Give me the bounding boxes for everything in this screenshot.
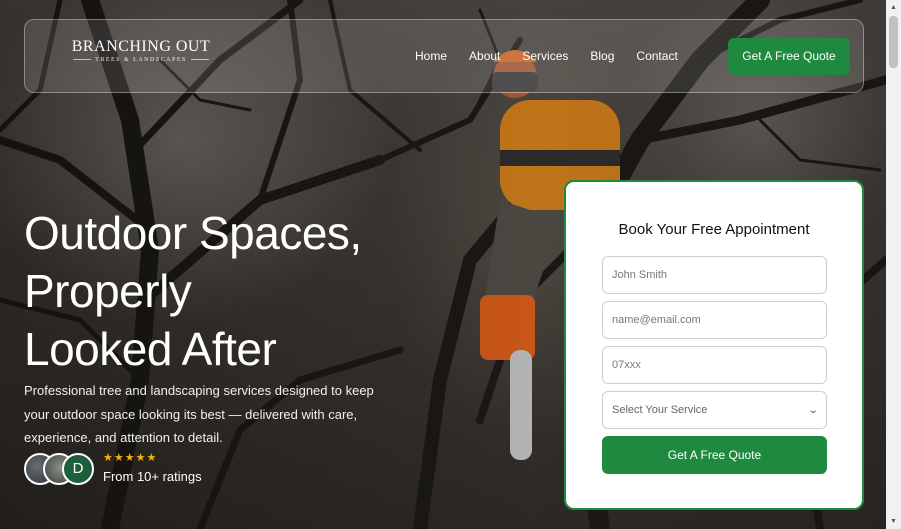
ratings-count-text: From 10+ ratings [103, 469, 202, 484]
site-header: BRANCHING OUT TREES & LANDSCAPES Home Ab… [24, 19, 864, 93]
phone-input[interactable] [602, 346, 827, 384]
main-nav: Home About Services Blog Contact [415, 48, 678, 64]
name-input[interactable] [602, 256, 827, 294]
headline-line-3: Looked After [24, 323, 277, 375]
nav-link-contact[interactable]: Contact [636, 48, 677, 64]
nav-link-about[interactable]: About [469, 48, 500, 64]
page-scrollbar[interactable]: ▲ ▼ [886, 0, 901, 529]
nav-link-services[interactable]: Services [522, 48, 568, 64]
submit-quote-button[interactable]: Get A Free Quote [602, 436, 827, 474]
star-icon: ★★★★★ [103, 452, 158, 464]
scroll-down-icon[interactable]: ▼ [886, 514, 901, 529]
service-select-label: Select Your Service [612, 404, 708, 416]
nav-link-blog[interactable]: Blog [590, 48, 614, 64]
nav-link-home[interactable]: Home [415, 48, 447, 64]
headline-line-2: Properly [24, 265, 192, 317]
logo-tagline: TREES & LANDSCAPES [65, 56, 217, 64]
chevron-down-icon: ⌄ [807, 404, 819, 416]
avatar-initial: D [62, 453, 94, 485]
hero-headline: Outdoor Spaces, Properly Looked After [24, 204, 444, 378]
brand-logo[interactable]: BRANCHING OUT TREES & LANDSCAPES [65, 38, 217, 64]
logo-name: BRANCHING OUT [71, 38, 211, 55]
hero-subcopy: Professional tree and landscaping servic… [24, 383, 374, 445]
booking-form-card: Book Your Free Appointment Select Your S… [564, 180, 864, 510]
booking-form-title: Book Your Free Appointment [618, 221, 810, 238]
email-input[interactable] [602, 301, 827, 339]
scroll-up-icon[interactable]: ▲ [886, 0, 901, 15]
get-quote-button[interactable]: Get A Free Quote [728, 38, 850, 75]
headline-line-1: Outdoor Spaces, [24, 207, 362, 259]
service-select[interactable]: Select Your Service ⌄ [602, 391, 827, 429]
scrollbar-thumb[interactable] [889, 16, 898, 68]
